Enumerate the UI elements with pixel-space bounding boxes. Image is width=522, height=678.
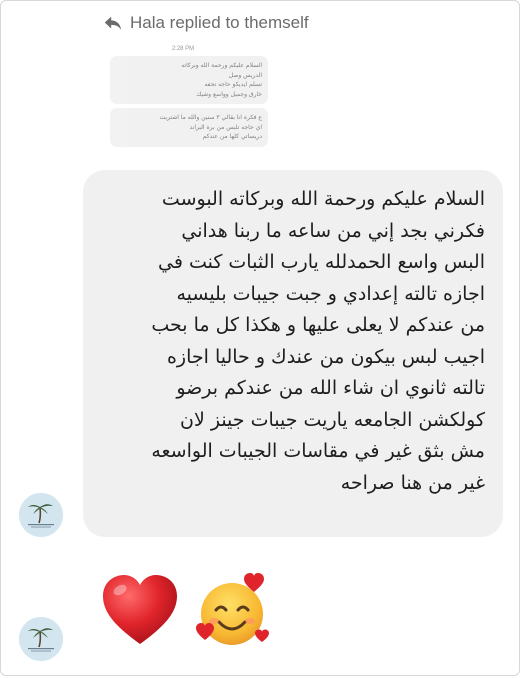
quoted-bubble-2: ع فكره انا بقالي ٣ سنين والله ما اشتريت … — [110, 108, 268, 147]
message-line: تالته ثانوي ان شاء الله من عندكم برضو — [176, 377, 485, 399]
sender-avatar[interactable] — [19, 617, 63, 661]
smiling-face-with-hearts-icon — [196, 573, 269, 645]
quoted-bubble-1: السلام عليكم ورحمة الله وبركاته الدريس و… — [110, 56, 268, 104]
message-line: اجيب لبس بيكون من عندك و حاليا اجازه — [166, 345, 485, 368]
quoted-line: السلام عليكم ورحمة الله وبركاته — [181, 62, 262, 69]
message-line: البس واسع الحمدلله يارب الثبات كنت في — [157, 251, 485, 273]
message-line: اجازه تالته إعدادي و جبت جيبات بليسيه — [176, 282, 485, 305]
reply-label: Hala replied to themself — [130, 13, 309, 32]
message-line: من عندكم لا يعلى عليها و هكذا كل ما بحب — [151, 314, 485, 336]
red-heart-icon — [103, 575, 177, 644]
quoted-timestamp: 2:28 PM — [171, 46, 195, 52]
quoted-line: اي حاجه تلبس من بره البراند — [189, 123, 263, 131]
quoted-line: خارق وجميل وواسع وشيك — [196, 90, 262, 98]
message-line: فكرني بجد إني من ساعه ما ربنا هداني — [181, 219, 485, 242]
message-line: غير من هنا صراحه — [340, 471, 485, 494]
reply-header: Hala replied to themself — [102, 9, 309, 37]
message-line: كولكشن الجامعه ياريت جيبات جينز لان — [180, 408, 485, 431]
reply-arrow-icon — [102, 12, 124, 34]
palm-tree-logo-icon — [19, 493, 63, 537]
palm-tree-logo-icon — [19, 617, 63, 661]
quoted-message-preview[interactable]: 2:28 PM السلام عليكم ورحمة الله وبركاته … — [104, 42, 274, 177]
quoted-line: الدريس وصل — [228, 71, 262, 79]
emoji-message[interactable] — [100, 572, 274, 648]
quoted-line: دريساتي كلها من عندكم — [202, 133, 262, 140]
message-bubble[interactable]: السلام عليكم ورحمة الله وبركاته البوست ف… — [83, 170, 503, 537]
message-line: مش بثق غير في مقاسات الجيبات الواسعه — [151, 440, 485, 462]
quoted-line: تسلم ايديكو حاجه تحفه — [204, 81, 262, 88]
quoted-line: ع فكره انا بقالي ٣ سنين والله ما اشتريت — [159, 114, 262, 121]
sender-avatar[interactable] — [19, 493, 63, 537]
message-line: السلام عليكم ورحمة الله وبركاته البوست — [161, 188, 485, 210]
